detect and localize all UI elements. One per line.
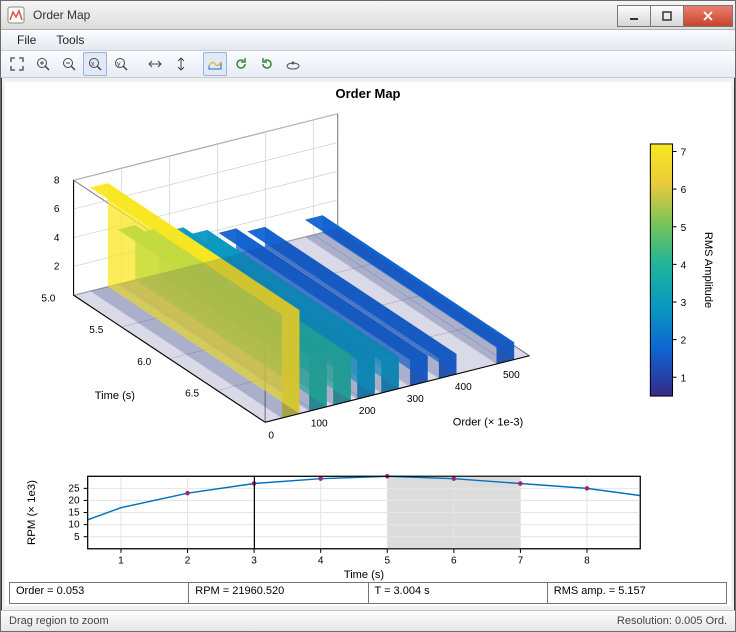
zoom-x-icon[interactable]: x (83, 52, 107, 76)
svg-text:4: 4 (681, 260, 687, 271)
app-icon (7, 6, 25, 24)
3d-plot[interactable]: Order Map 0 100 200 300 400 500 5.0 5.5 6.0 6.5 2 4… (5, 82, 731, 468)
svg-text:5.5: 5.5 (89, 325, 103, 336)
svg-text:4: 4 (54, 233, 60, 244)
svg-text:8: 8 (54, 175, 60, 186)
menu-file[interactable]: File (7, 30, 46, 50)
close-button[interactable] (683, 5, 733, 27)
chart-title: Order Map (5, 86, 731, 101)
svg-text:6.5: 6.5 (185, 389, 199, 400)
info-rpm: RPM = 21960.520 (189, 583, 368, 603)
svg-text:1: 1 (118, 555, 124, 566)
svg-text:25: 25 (68, 483, 80, 494)
svg-text:1: 1 (681, 373, 687, 384)
svg-text:2: 2 (54, 262, 60, 273)
rpm-plot[interactable]: 12345678510152025Time (s)RPM (× 1e3) (5, 468, 731, 582)
window-title: Order Map (31, 8, 618, 22)
svg-text:y: y (117, 61, 121, 68)
status-left: Drag region to zoom (9, 615, 109, 627)
svg-text:300: 300 (407, 394, 424, 405)
svg-text:5: 5 (681, 223, 687, 234)
zoom-y-icon[interactable]: y (109, 52, 133, 76)
shrink-x-icon[interactable] (143, 52, 167, 76)
menu-tools[interactable]: Tools (46, 30, 94, 50)
svg-text:Order (× 1e-3): Order (× 1e-3) (453, 416, 523, 428)
full-extents-icon[interactable] (5, 52, 29, 76)
menu-bar: File Tools (1, 30, 735, 51)
surface-plot-icon[interactable] (203, 52, 227, 76)
app-window: Order Map File Tools x y Order Map 0 100 2… (0, 0, 736, 632)
svg-text:15: 15 (68, 508, 80, 519)
title-bar: Order Map (1, 1, 735, 30)
svg-text:Time (s): Time (s) (344, 569, 384, 581)
zoom-in-icon[interactable] (31, 52, 55, 76)
svg-text:RPM (× 1e3): RPM (× 1e3) (26, 480, 38, 545)
info-rms: RMS amp. = 5.157 (548, 583, 726, 603)
maximize-button[interactable] (650, 5, 684, 27)
window-controls (618, 5, 733, 25)
status-bar: Drag region to zoom Resolution: 0.005 Or… (1, 610, 735, 631)
info-order: Order = 0.053 (10, 583, 189, 603)
orbit-icon[interactable] (281, 52, 305, 76)
svg-text:500: 500 (503, 370, 520, 381)
info-t: T = 3.004 s (369, 583, 548, 603)
svg-text:x: x (91, 61, 95, 68)
svg-text:3: 3 (681, 298, 687, 309)
svg-text:7: 7 (518, 555, 524, 566)
minimize-button[interactable] (617, 5, 651, 27)
svg-text:6.0: 6.0 (137, 357, 151, 368)
svg-text:200: 200 (359, 406, 376, 417)
svg-text:20: 20 (68, 496, 80, 507)
svg-text:6: 6 (451, 555, 457, 566)
svg-text:400: 400 (455, 382, 472, 393)
svg-text:5.0: 5.0 (41, 293, 55, 304)
svg-text:3: 3 (251, 555, 257, 566)
status-right: Resolution: 0.005 Ord. (617, 615, 727, 627)
svg-text:5: 5 (74, 532, 80, 543)
info-bar: Order = 0.053 RPM = 21960.520 T = 3.004 … (9, 582, 727, 604)
svg-text:6: 6 (681, 185, 687, 196)
svg-text:6: 6 (54, 204, 60, 215)
svg-text:4: 4 (318, 555, 324, 566)
svg-text:2: 2 (185, 555, 191, 566)
svg-text:Time (s): Time (s) (95, 390, 135, 402)
zoom-out-icon[interactable] (57, 52, 81, 76)
svg-text:10: 10 (68, 520, 80, 531)
svg-text:RMS Amplitude: RMS Amplitude (702, 232, 714, 308)
toolbar: x y (1, 51, 735, 78)
rotate-ccw-icon[interactable] (229, 52, 253, 76)
figure-area: Order Map 0 100 200 300 400 500 5.0 5.5 6.0 6.5 2 4… (5, 82, 731, 606)
svg-text:2: 2 (681, 336, 687, 347)
rotate-cw-icon[interactable] (255, 52, 279, 76)
svg-text:100: 100 (311, 418, 328, 429)
svg-text:5: 5 (384, 555, 390, 566)
svg-text:7: 7 (681, 148, 687, 159)
svg-text:8: 8 (584, 555, 590, 566)
svg-text:0: 0 (268, 430, 274, 441)
shrink-y-icon[interactable] (169, 52, 193, 76)
